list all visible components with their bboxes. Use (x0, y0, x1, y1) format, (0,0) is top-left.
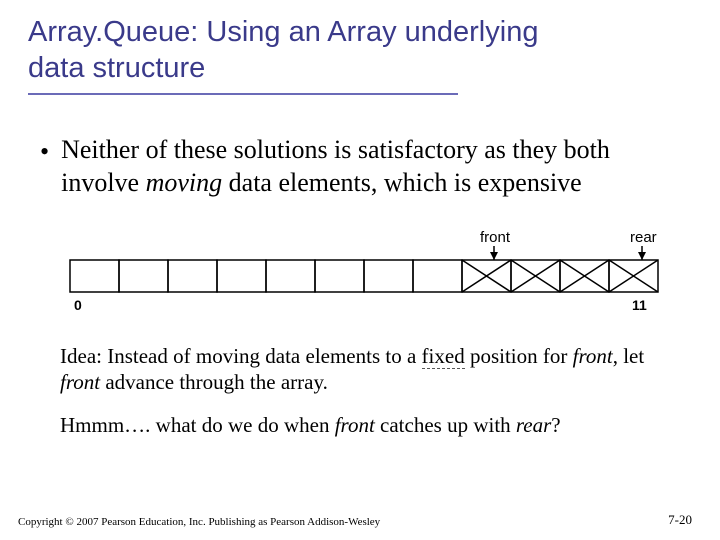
index-end: 11 (632, 297, 647, 313)
hmmm-front: front (335, 413, 375, 437)
idea-front2: front (60, 370, 100, 394)
title-line1: Array.Queue: Using an Array underlying (28, 16, 538, 48)
index-start: 0 (74, 297, 82, 313)
rear-arrow-head (638, 252, 646, 260)
array-cell (413, 260, 462, 292)
array-cell (168, 260, 217, 292)
array-diagram: front rear 0 11 (0, 200, 720, 325)
front-arrow-head (490, 252, 498, 260)
idea-front: front (573, 344, 613, 368)
slide-title: Array.Queue: Using an Array underlying d… (0, 0, 720, 93)
hmmm-t1: Hmmm…. what do we do when (60, 413, 335, 437)
array-svg: front rear 0 11 (60, 230, 660, 320)
idea-fixed: fixed (422, 344, 465, 369)
title-line2: data structure (28, 52, 205, 84)
hmmm-t2: catches up with (375, 413, 516, 437)
idea-text: Idea: Instead of moving data elements to… (0, 325, 720, 396)
array-cell (70, 260, 119, 292)
idea-t4: advance through the array. (100, 370, 328, 394)
array-cell (364, 260, 413, 292)
idea-t3: , let (613, 344, 645, 368)
array-cells (70, 260, 658, 292)
bullet-block: • Neither of these solutions is satisfac… (0, 95, 720, 201)
front-label: front (480, 230, 511, 246)
rear-label: rear (630, 230, 657, 246)
hmmm-t3: ? (551, 413, 560, 437)
bullet-post: data elements, which is expensive (222, 168, 582, 197)
array-cell (217, 260, 266, 292)
idea-t2: position for (465, 344, 573, 368)
hmmm-text: Hmmm…. what do we do when front catches … (0, 396, 720, 438)
array-cell (119, 260, 168, 292)
bullet-text: Neither of these solutions is satisfacto… (61, 133, 680, 201)
bullet-dot: • (40, 133, 61, 169)
array-cell (315, 260, 364, 292)
page-number: 7-20 (668, 512, 692, 528)
bullet-emph: moving (146, 168, 223, 197)
copyright: Copyright © 2007 Pearson Education, Inc.… (18, 516, 380, 528)
hmmm-rear: rear (516, 413, 551, 437)
idea-t1: Idea: Instead of moving data elements to… (60, 344, 422, 368)
array-cell (266, 260, 315, 292)
